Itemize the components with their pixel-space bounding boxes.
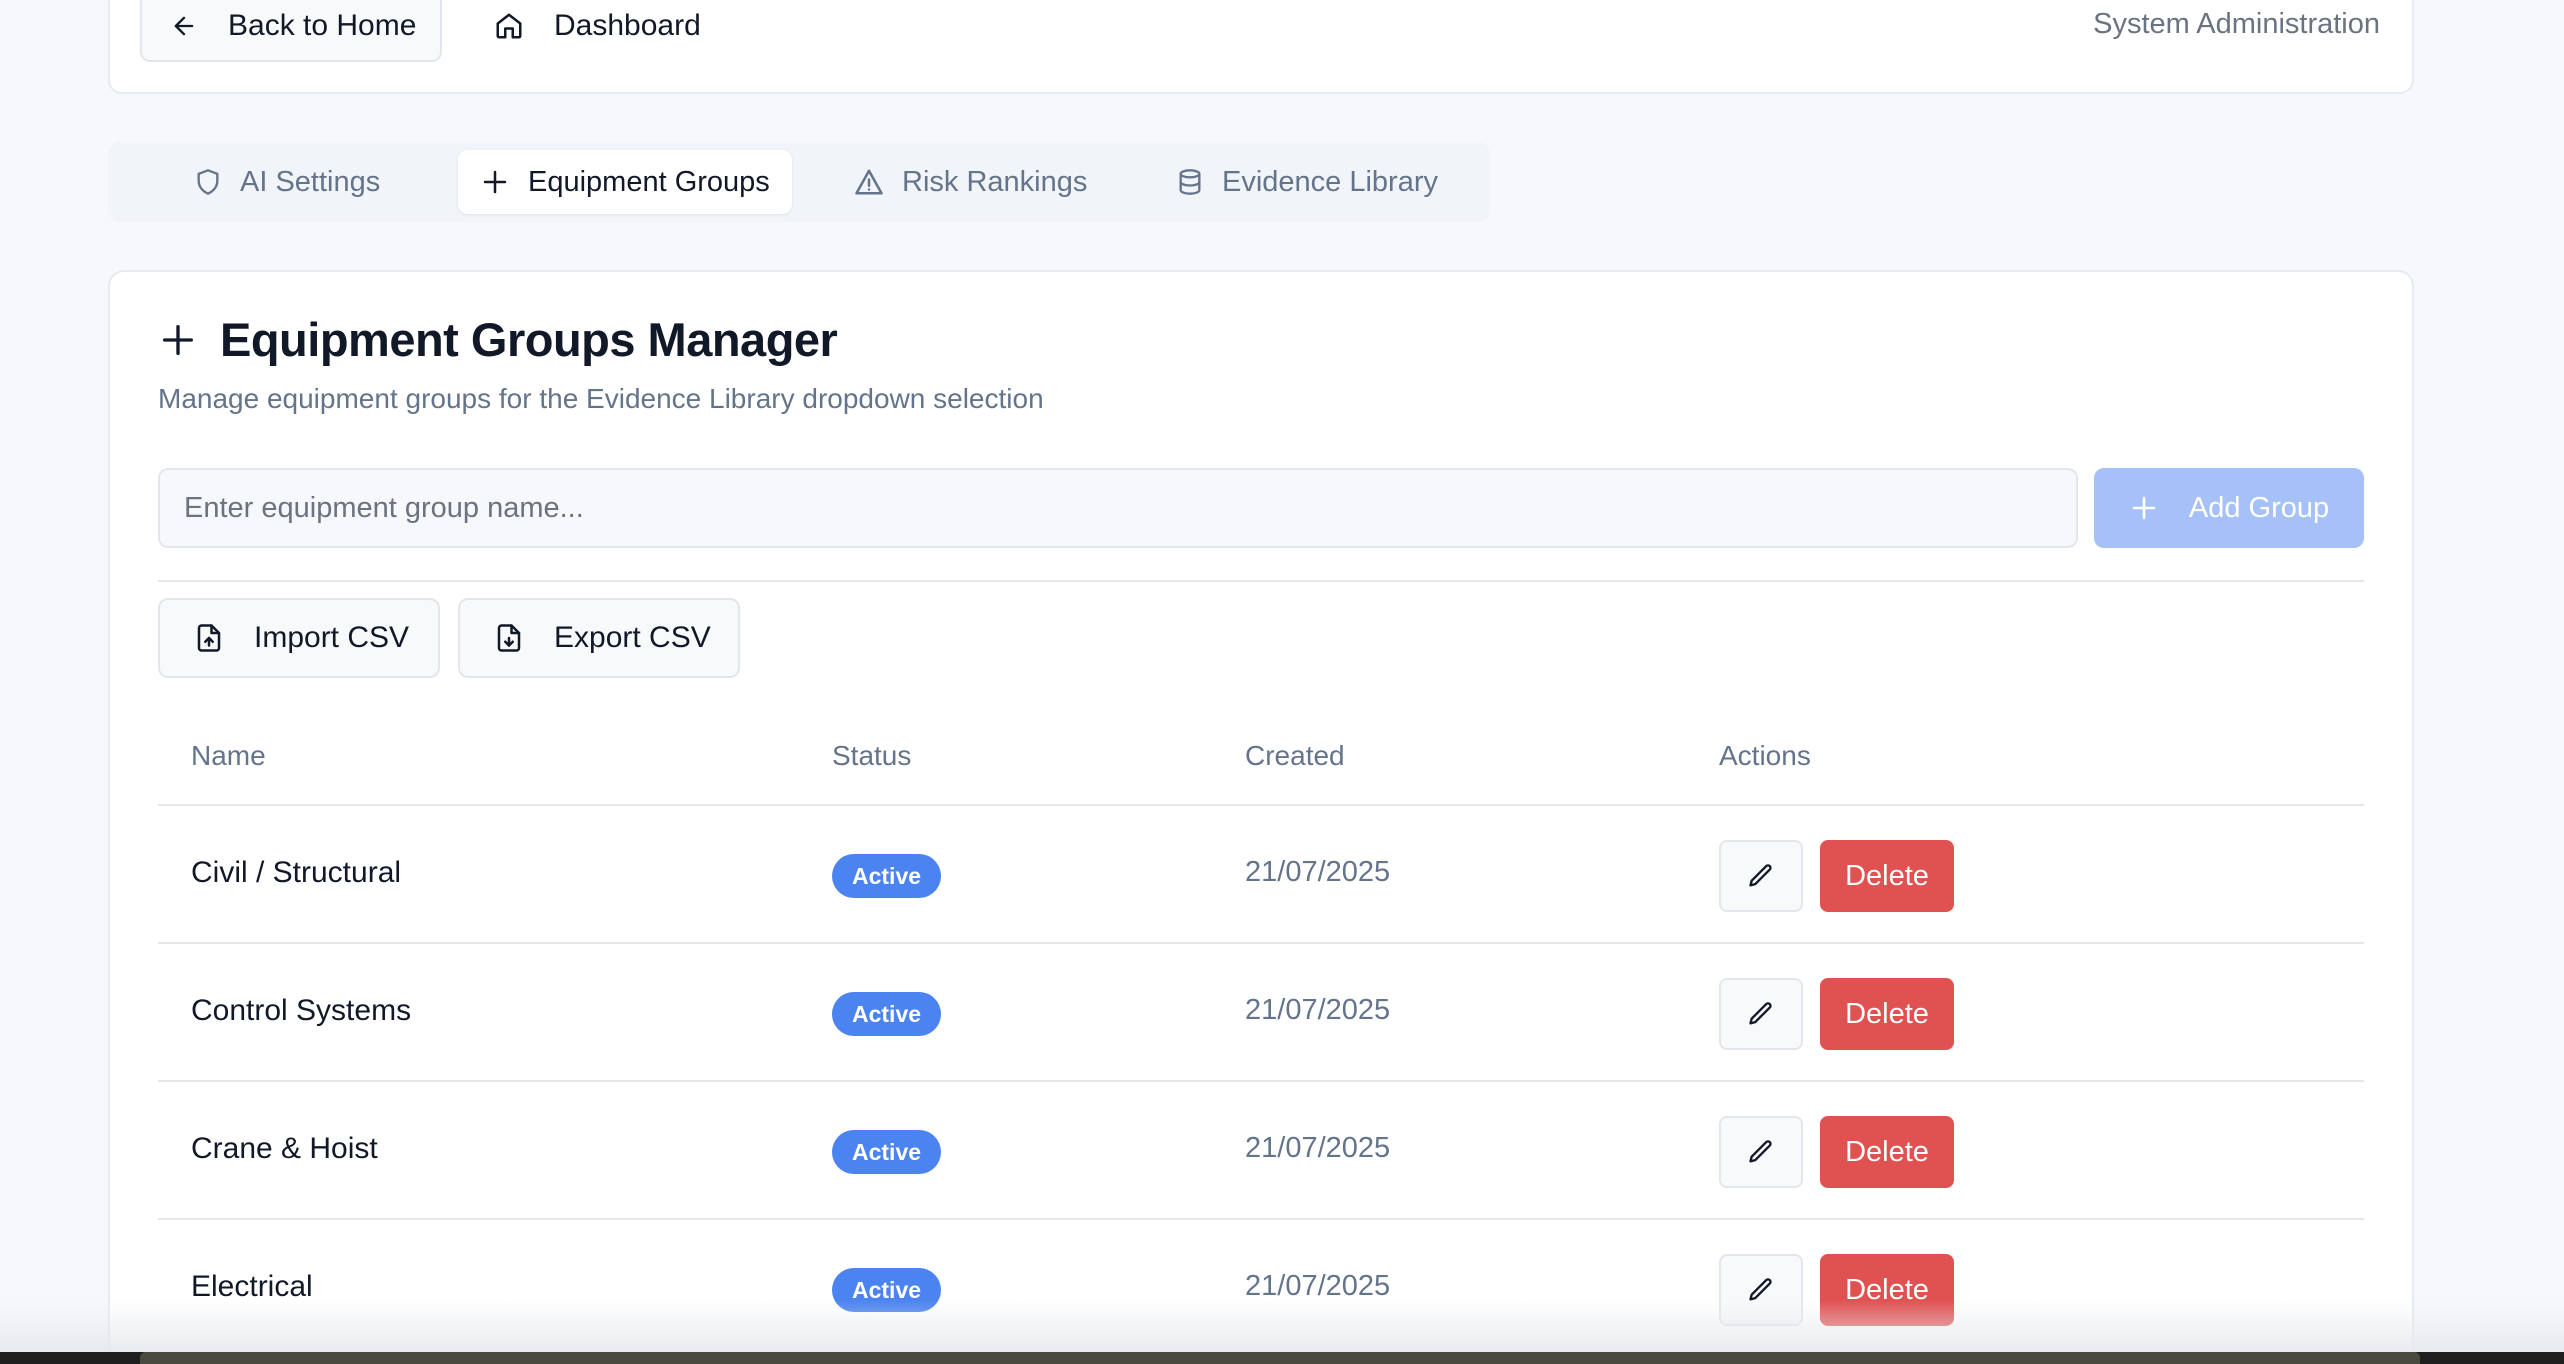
dashboard-label: Dashboard — [554, 9, 701, 42]
group-name: Civil / Structural — [191, 856, 402, 889]
group-name-input[interactable] — [158, 468, 2078, 548]
bottom-edge-inner — [140, 1352, 2420, 1364]
section-label: System Administration — [2093, 8, 2380, 40]
back-to-home-label: Back to Home — [228, 9, 417, 42]
table-row: Civil / Structural Active 21/07/2025 Del… — [158, 806, 2364, 944]
tab-ai-settings[interactable]: AI Settings — [172, 150, 402, 214]
export-csv-label: Export CSV — [554, 621, 711, 654]
pencil-icon — [1747, 862, 1775, 890]
plus-icon — [2129, 493, 2159, 523]
created-date: 21/07/2025 — [1245, 1132, 1391, 1164]
status-badge: Active — [832, 1130, 942, 1174]
group-name: Electrical — [191, 1270, 313, 1303]
card-subtitle: Manage equipment groups for the Evidence… — [158, 383, 1044, 414]
arrow-left-icon — [170, 12, 198, 40]
database-icon — [1176, 167, 1204, 197]
file-upload-icon — [194, 622, 224, 654]
tab-risk-rankings[interactable]: Risk Rankings — [832, 150, 1109, 214]
group-name: Control Systems — [191, 994, 412, 1027]
admin-page: Back to Home Dashboard System Administra… — [0, 0, 2564, 1364]
add-group-button[interactable]: Add Group — [2094, 468, 2364, 548]
delete-button[interactable]: Delete — [1820, 840, 1954, 912]
column-header-actions: Actions — [1719, 740, 1811, 771]
tab-label: Risk Rankings — [902, 165, 1088, 198]
created-date: 21/07/2025 — [1245, 1270, 1391, 1302]
column-header-status: Status — [832, 740, 912, 771]
back-to-home-button[interactable]: Back to Home — [140, 0, 442, 62]
page-title: Equipment Groups Manager — [220, 313, 838, 366]
file-download-icon — [494, 622, 524, 654]
bottom-fade — [0, 1300, 2564, 1352]
delete-button[interactable]: Delete — [1820, 1116, 1954, 1188]
column-header-name: Name — [191, 740, 266, 771]
warning-triangle-icon — [854, 167, 884, 197]
admin-tabs: AI Settings Equipment Groups Risk Rankin… — [108, 142, 1490, 222]
created-date: 21/07/2025 — [1245, 994, 1391, 1026]
pencil-icon — [1747, 1000, 1775, 1028]
pencil-icon — [1747, 1138, 1775, 1166]
status-badge: Active — [832, 854, 942, 898]
plus-icon — [158, 320, 198, 360]
import-csv-button[interactable]: Import CSV — [158, 598, 440, 678]
table-row: Control Systems Active 21/07/2025 Delete — [158, 944, 2364, 1082]
column-header-created: Created — [1245, 740, 1345, 771]
tab-label: Equipment Groups — [528, 165, 770, 198]
import-csv-label: Import CSV — [254, 621, 410, 654]
header-card — [108, 0, 2414, 94]
delete-button[interactable]: Delete — [1820, 978, 1954, 1050]
add-group-label: Add Group — [2188, 491, 2330, 524]
group-name: Crane & Hoist — [191, 1132, 378, 1165]
plus-icon — [480, 167, 510, 197]
home-icon — [494, 11, 524, 41]
divider — [158, 580, 2364, 582]
tab-evidence-library[interactable]: Evidence Library — [1154, 150, 1460, 214]
dashboard-link[interactable]: Dashboard — [494, 4, 701, 48]
tab-label: Evidence Library — [1222, 165, 1438, 198]
edit-button[interactable] — [1719, 840, 1803, 912]
status-badge: Active — [832, 992, 942, 1036]
export-csv-button[interactable]: Export CSV — [458, 598, 740, 678]
table-row: Crane & Hoist Active 21/07/2025 Delete — [158, 1082, 2364, 1220]
tab-label: AI Settings — [240, 165, 381, 198]
created-date: 21/07/2025 — [1245, 856, 1391, 888]
edit-button[interactable] — [1719, 978, 1803, 1050]
shield-icon — [194, 168, 222, 196]
card-title: Equipment Groups Manager — [158, 312, 838, 367]
tab-equipment-groups[interactable]: Equipment Groups — [458, 150, 792, 214]
edit-button[interactable] — [1719, 1116, 1803, 1188]
